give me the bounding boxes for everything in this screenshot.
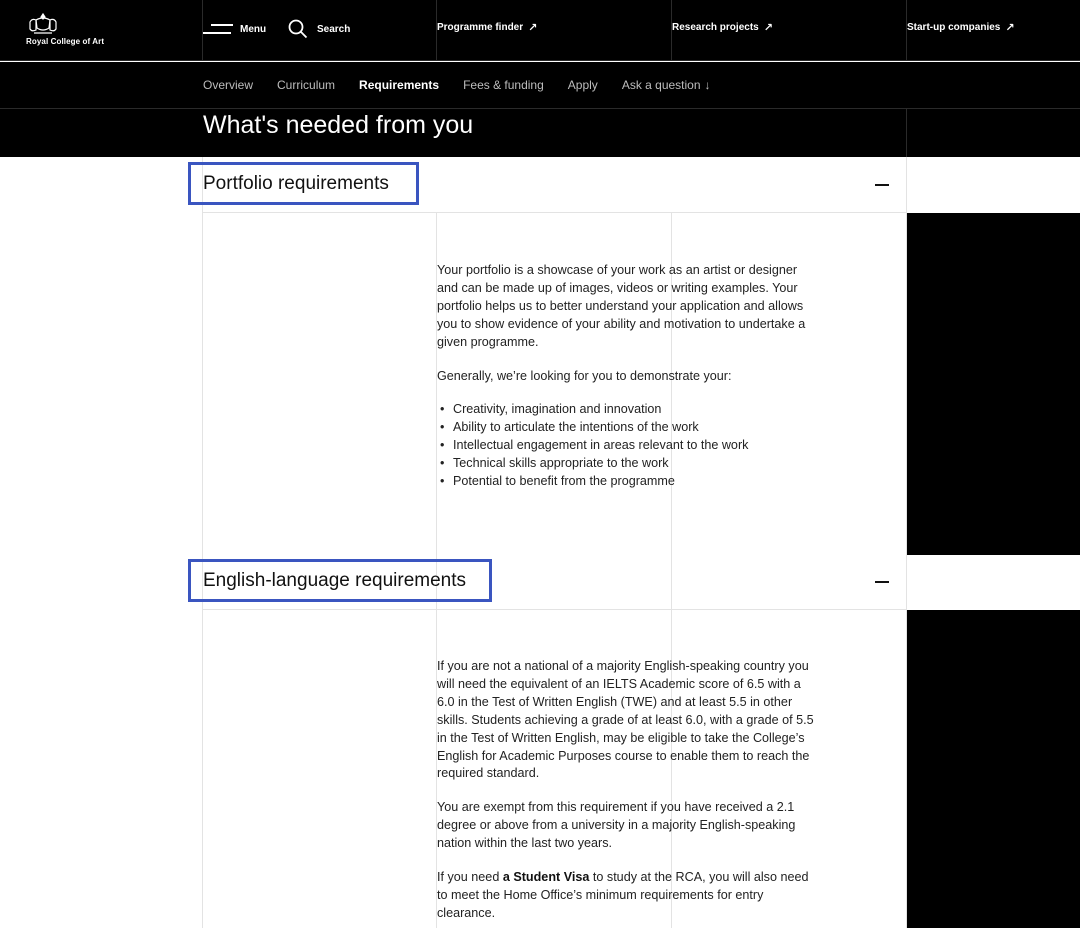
collapse-minus-icon[interactable]: [875, 184, 889, 186]
search-button[interactable]: Search: [288, 18, 350, 40]
startup-companies-link[interactable]: Start-up companies ↗: [907, 21, 1015, 34]
page-title: What's needed from you: [203, 111, 474, 139]
portfolio-content: Your portfolio is a showcase of your wor…: [437, 262, 817, 507]
search-icon: [288, 19, 308, 39]
list-item: Creativity, imagination and innovation: [437, 401, 817, 419]
subnav-requirements[interactable]: Requirements: [359, 78, 439, 92]
english-paragraph: You are exempt from this requirement if …: [437, 800, 796, 851]
search-label: Search: [317, 23, 351, 35]
side-panel-block: [907, 610, 1080, 928]
highlight-box: [188, 559, 492, 602]
arrow-up-right-icon: ↗: [1005, 22, 1015, 34]
rca-logo[interactable]: Royal College of Art: [26, 12, 146, 52]
logo-text: Royal College of Art: [26, 37, 105, 46]
list-item: Intellectual engagement in areas relevan…: [437, 437, 817, 455]
crest-icon: [29, 12, 57, 34]
subnav-ask-question[interactable]: Ask a question ↓: [622, 78, 711, 92]
programme-finder-link[interactable]: Programme finder ↗: [437, 21, 537, 34]
arrow-up-right-icon: ↗: [763, 22, 773, 34]
section-hero: What's needed from you: [0, 109, 1080, 157]
portfolio-paragraph: Generally, we’re looking for you to demo…: [437, 368, 732, 383]
subnav-ask-label: Ask a question: [621, 78, 701, 92]
highlight-box: [188, 162, 419, 205]
arrow-up-right-icon: ↗: [528, 22, 538, 34]
arrow-down-icon: ↓: [704, 78, 711, 92]
english-paragraph: If you need a Student Visa to study at t…: [437, 869, 817, 923]
research-projects-link[interactable]: Research projects ↗: [672, 21, 773, 34]
english-paragraph: If you are not a national of a majority …: [437, 659, 814, 781]
portfolio-criteria-list: Creativity, imagination and innovation A…: [437, 401, 817, 491]
programme-subnav: Overview Curriculum Requirements Fees & …: [0, 62, 1080, 109]
menu-label: Menu: [240, 23, 267, 35]
link-label: Programme finder: [437, 22, 524, 33]
english-content: If you are not a national of a majority …: [437, 658, 817, 928]
hamburger-icon: [203, 22, 233, 36]
subnav-apply[interactable]: Apply: [568, 78, 598, 92]
subnav-overview[interactable]: Overview: [203, 78, 253, 92]
top-header: Royal College of Art Menu Search Program…: [0, 0, 1080, 61]
portfolio-paragraph: Your portfolio is a showcase of your wor…: [437, 263, 806, 349]
subnav-curriculum[interactable]: Curriculum: [277, 78, 335, 92]
subnav-fees-funding[interactable]: Fees & funding: [463, 78, 544, 92]
student-visa-bold: a Student Visa: [502, 870, 590, 885]
list-item: Technical skills appropriate to the work: [437, 455, 817, 473]
collapse-minus-icon[interactable]: [875, 581, 889, 583]
link-label: Start-up companies: [907, 22, 1001, 33]
grid-line: [906, 109, 907, 157]
text-span: If you need: [437, 870, 503, 885]
list-item: Potential to benefit from the programme: [437, 473, 817, 491]
link-label: Research projects: [672, 22, 759, 33]
menu-button[interactable]: Menu: [203, 18, 266, 40]
list-item: Ability to articulate the intentions of …: [437, 419, 817, 437]
side-panel-block: [907, 213, 1080, 555]
grid-line: [202, 157, 203, 928]
